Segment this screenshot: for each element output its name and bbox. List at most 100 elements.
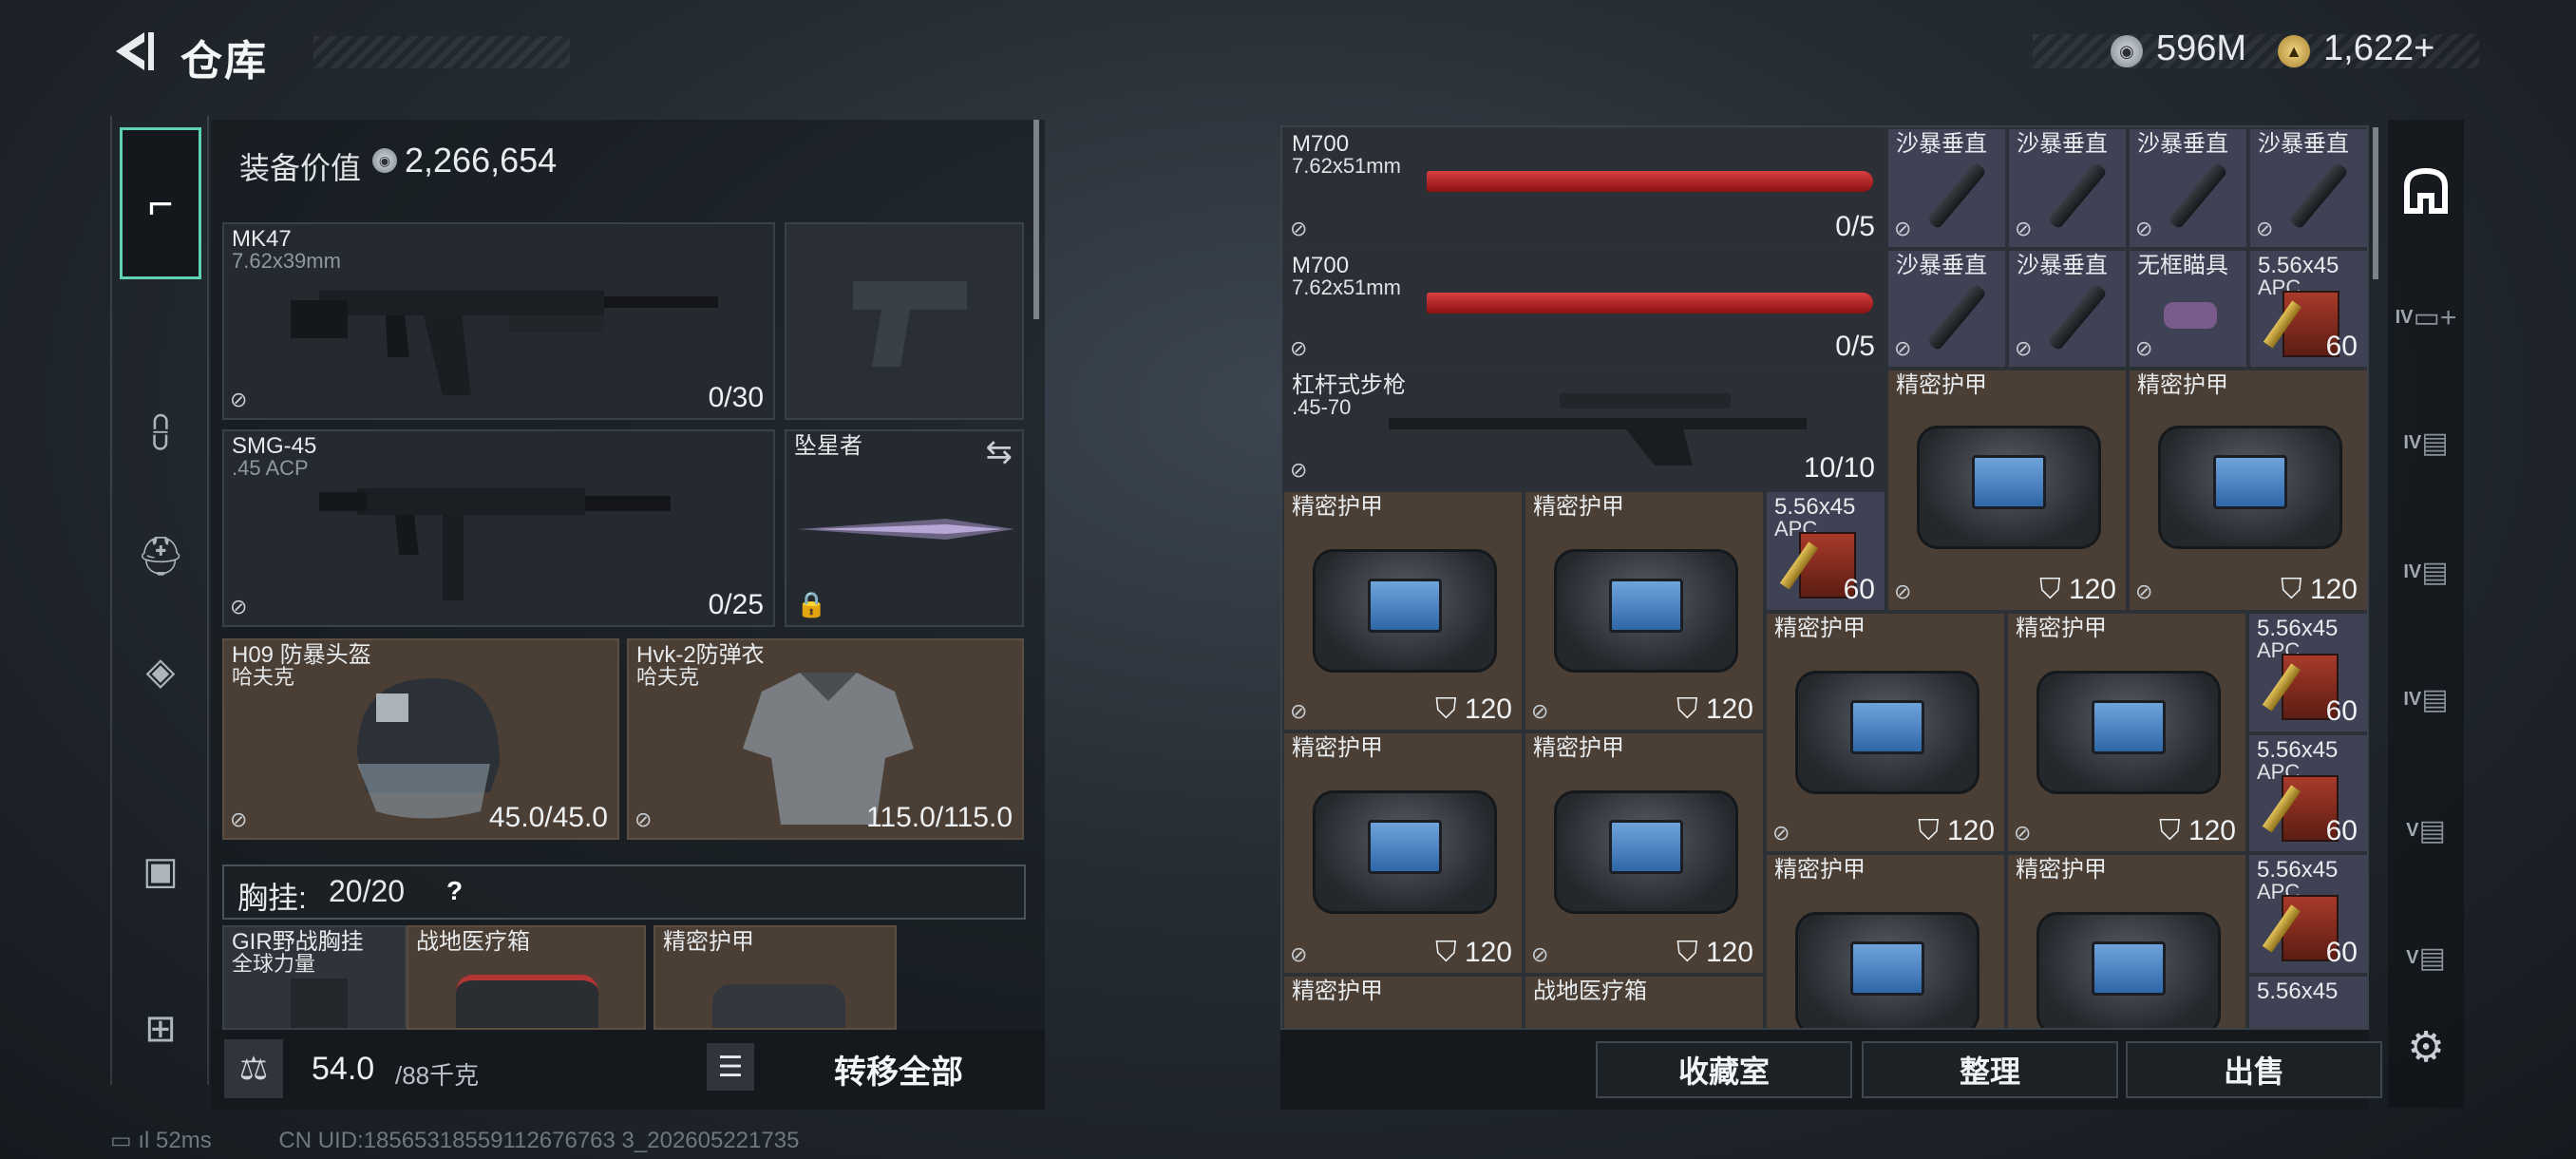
nav-armor[interactable]: ⩉ <box>120 391 201 473</box>
case-icon: ▤ <box>2418 814 2446 846</box>
stash-scrollbar[interactable] <box>2373 127 2378 279</box>
stash-item-suppressor[interactable]: 沙暴垂直 ⊘ <box>2007 249 2128 369</box>
armor-kit-icon <box>1313 549 1497 673</box>
melee-slot[interactable]: 坠星者 ⇆ 🔒 <box>785 429 1024 627</box>
chest-item-slot[interactable]: 战地医疗箱 <box>407 925 646 1030</box>
stash-item-ammo[interactable]: 5.56x45 APC 60 <box>2247 733 2367 853</box>
stash-item-suppressor[interactable]: 沙暴垂直 ⊘ <box>2248 127 2367 249</box>
no-insure-icon: ⊘ <box>2135 336 2153 360</box>
item-caliber: .45-70 <box>1292 395 1352 419</box>
sell-button[interactable]: 出售 <box>2126 1041 2382 1098</box>
suppressor-icon <box>1926 162 1987 230</box>
nav-tier-iv-2[interactable]: IV ▤ <box>2388 397 2464 488</box>
armor-slot[interactable]: Hvk-2防弹衣 哈夫克 ⊘ 115.0/115.0 <box>627 638 1024 840</box>
nav-tier-iv-4[interactable]: IV ▤ <box>2388 654 2464 745</box>
item-name: 精密护甲 <box>1292 494 1383 520</box>
item-armor-value: ⛉ 120 <box>1435 937 1512 968</box>
stash-item-armor-kit[interactable]: 精密护甲 <box>2006 853 2247 1028</box>
stash-item-medkit[interactable]: 战地医疗箱 <box>1524 975 1765 1028</box>
stash-item-ammo[interactable]: 5.56x45 APC 60 <box>2248 249 2367 369</box>
stash-item-armor-kit[interactable]: 精密护甲⊘⛉ 120 <box>1886 369 2128 612</box>
ping: 52ms <box>156 1128 212 1153</box>
nav-tier-v-1[interactable]: V ▤ <box>2388 785 2464 876</box>
nav-tier-iv-1[interactable]: IV ▭+ <box>2388 272 2464 363</box>
no-insure-icon: ⊘ <box>1894 580 1912 603</box>
stash-item-ammo[interactable]: 5.56x45 <box>2247 975 2367 1028</box>
nav-pouch[interactable]: ◈ <box>120 631 201 712</box>
medkit-icon <box>456 975 598 1028</box>
nav-case[interactable]: ▣ <box>120 830 201 912</box>
help-icon[interactable]: ? <box>446 876 475 905</box>
nav-home[interactable] <box>2388 144 2464 236</box>
nav-toolbox[interactable]: ⊞ <box>120 988 201 1070</box>
stash-item-armor-kit[interactable]: 精密护甲⊘⛉ 120 <box>1765 853 2006 1028</box>
tier-label: IV <box>2395 306 2414 328</box>
item-ammo: 0/5 <box>1835 211 1875 242</box>
stash-item-armor-kit[interactable]: 精密护甲⊘⛉ 120 <box>1282 732 1524 975</box>
stash-item-ammo[interactable]: 5.56x45 APC 60 <box>2247 853 2367 975</box>
stash-item-lever-rifle[interactable]: 杠杆式步枪 .45-70 ⊘ 10/10 <box>1282 369 1886 490</box>
armor-kit-icon <box>1313 790 1497 914</box>
nav-guns[interactable]: ⌐ <box>120 127 201 279</box>
back-button[interactable] <box>106 25 160 78</box>
nav-tier-iv-3[interactable]: IV ▤ <box>2388 526 2464 618</box>
equip-value: 2,266,654 <box>405 141 558 180</box>
no-insure-icon: ⊘ <box>1290 942 1308 966</box>
stash-item-suppressor[interactable]: 沙暴垂直 ⊘ <box>2007 127 2128 249</box>
case-icon: ▤ <box>2421 683 2449 715</box>
stash-item-ammo[interactable]: 5.56x45 APC 60 <box>1765 490 1886 612</box>
tier-label: V <box>2406 819 2419 841</box>
currency-gold[interactable]: 1,622+ <box>2323 28 2434 69</box>
swap-icon[interactable]: ⇆ <box>986 433 1013 471</box>
stash-item-scope[interactable]: 无框瞄具 ⊘ <box>2128 249 2248 369</box>
case-plus-icon: ▭+ <box>2413 301 2457 333</box>
chest-item-name: 精密护甲 <box>663 929 754 955</box>
primary-weapon-slot[interactable]: MK47 7.62x39mm ⊘ 0/30 <box>222 222 775 420</box>
silver-coin-icon: ◉ <box>372 148 397 173</box>
secondary-weapon-slot[interactable]: SMG-45 .45 ACP ⊘ 0/25 <box>222 429 775 627</box>
item-name: 精密护甲 <box>2016 857 2107 883</box>
stash-item-suppressor[interactable]: 沙暴垂直 ⊘ <box>1886 127 2007 249</box>
item-name: 无框瞄具 <box>2137 253 2228 278</box>
chest-item-name: 战地医疗箱 <box>416 929 530 955</box>
helmet-brand: 哈夫克 <box>232 665 295 689</box>
stash-item-armor-kit[interactable]: 精密护甲⊘⛉ 120 <box>2006 612 2247 853</box>
stash-item-m700[interactable]: M700 7.62x51mm ⊘ 0/5 <box>1282 249 1886 369</box>
tier-label: IV <box>2403 431 2422 453</box>
stash-item-armor-kit[interactable]: 精密护甲⊘⛉ 120 <box>1524 490 1765 732</box>
no-insure-icon: ⊘ <box>1290 458 1308 482</box>
nav-backpack[interactable]: ⛑ <box>120 515 201 597</box>
transfer-all-button[interactable]: 转移全部 <box>766 1036 1032 1102</box>
settings-button[interactable]: ⚙ <box>2388 1001 2464 1092</box>
loadout-scrollbar[interactable] <box>1033 120 1039 319</box>
stash-item-suppressor[interactable]: 沙暴垂直 ⊘ <box>1886 249 2007 369</box>
case-icon: ▤ <box>2421 556 2449 588</box>
stash-item-m700[interactable]: M700 7.62x51mm ⊘ 0/5 <box>1282 127 1886 249</box>
item-name: 5.56x45 <box>1774 494 1856 520</box>
suppressor-icon <box>2047 162 2108 230</box>
backpack-icon: ⛑ <box>136 535 185 578</box>
item-name: 沙暴垂直 <box>1896 131 1987 157</box>
sidearm-slot-empty[interactable] <box>785 222 1024 420</box>
lever-rifle-icon <box>1389 393 1807 466</box>
list-icon[interactable]: ☰ <box>707 1043 754 1091</box>
stash-item-armor-kit[interactable]: 精密护甲 <box>1282 975 1524 1028</box>
stash-item-suppressor[interactable]: 沙暴垂直 ⊘ <box>2128 127 2248 249</box>
helmet-slot[interactable]: H09 防暴头盔 哈夫克 ⊘ 45.0/45.0 <box>222 638 619 840</box>
organize-button[interactable]: 整理 <box>1862 1041 2118 1098</box>
armor-durability: 115.0/115.0 <box>865 802 1013 833</box>
chest-rig-slot[interactable]: GIR野战胸挂 全球力量 <box>222 925 407 1030</box>
stash-item-armor-kit[interactable]: 精密护甲⊘⛉ 120 <box>1282 490 1524 732</box>
chest-item-slot[interactable]: 精密护甲 <box>653 925 897 1030</box>
stash-item-armor-kit[interactable]: 精密护甲⊘⛉ 120 <box>2128 369 2367 612</box>
stash-item-ammo[interactable]: 5.56x45 APC 60 <box>2247 612 2367 733</box>
item-armor-value: ⛉ 120 <box>2039 574 2116 605</box>
collection-room-button[interactable]: 收藏室 <box>1596 1041 1852 1098</box>
stash-item-armor-kit[interactable]: 精密护甲⊘⛉ 120 <box>1765 612 2006 853</box>
stash-item-armor-kit[interactable]: 精密护甲⊘⛉ 120 <box>1524 732 1765 975</box>
currency-silver: 596M <box>2156 28 2247 68</box>
nav-tier-v-2[interactable]: V ▤ <box>2388 912 2464 1003</box>
scope-icon <box>2164 302 2217 329</box>
armor-kit-icon <box>1795 671 1979 794</box>
item-name: 沙暴垂直 <box>2137 131 2228 157</box>
